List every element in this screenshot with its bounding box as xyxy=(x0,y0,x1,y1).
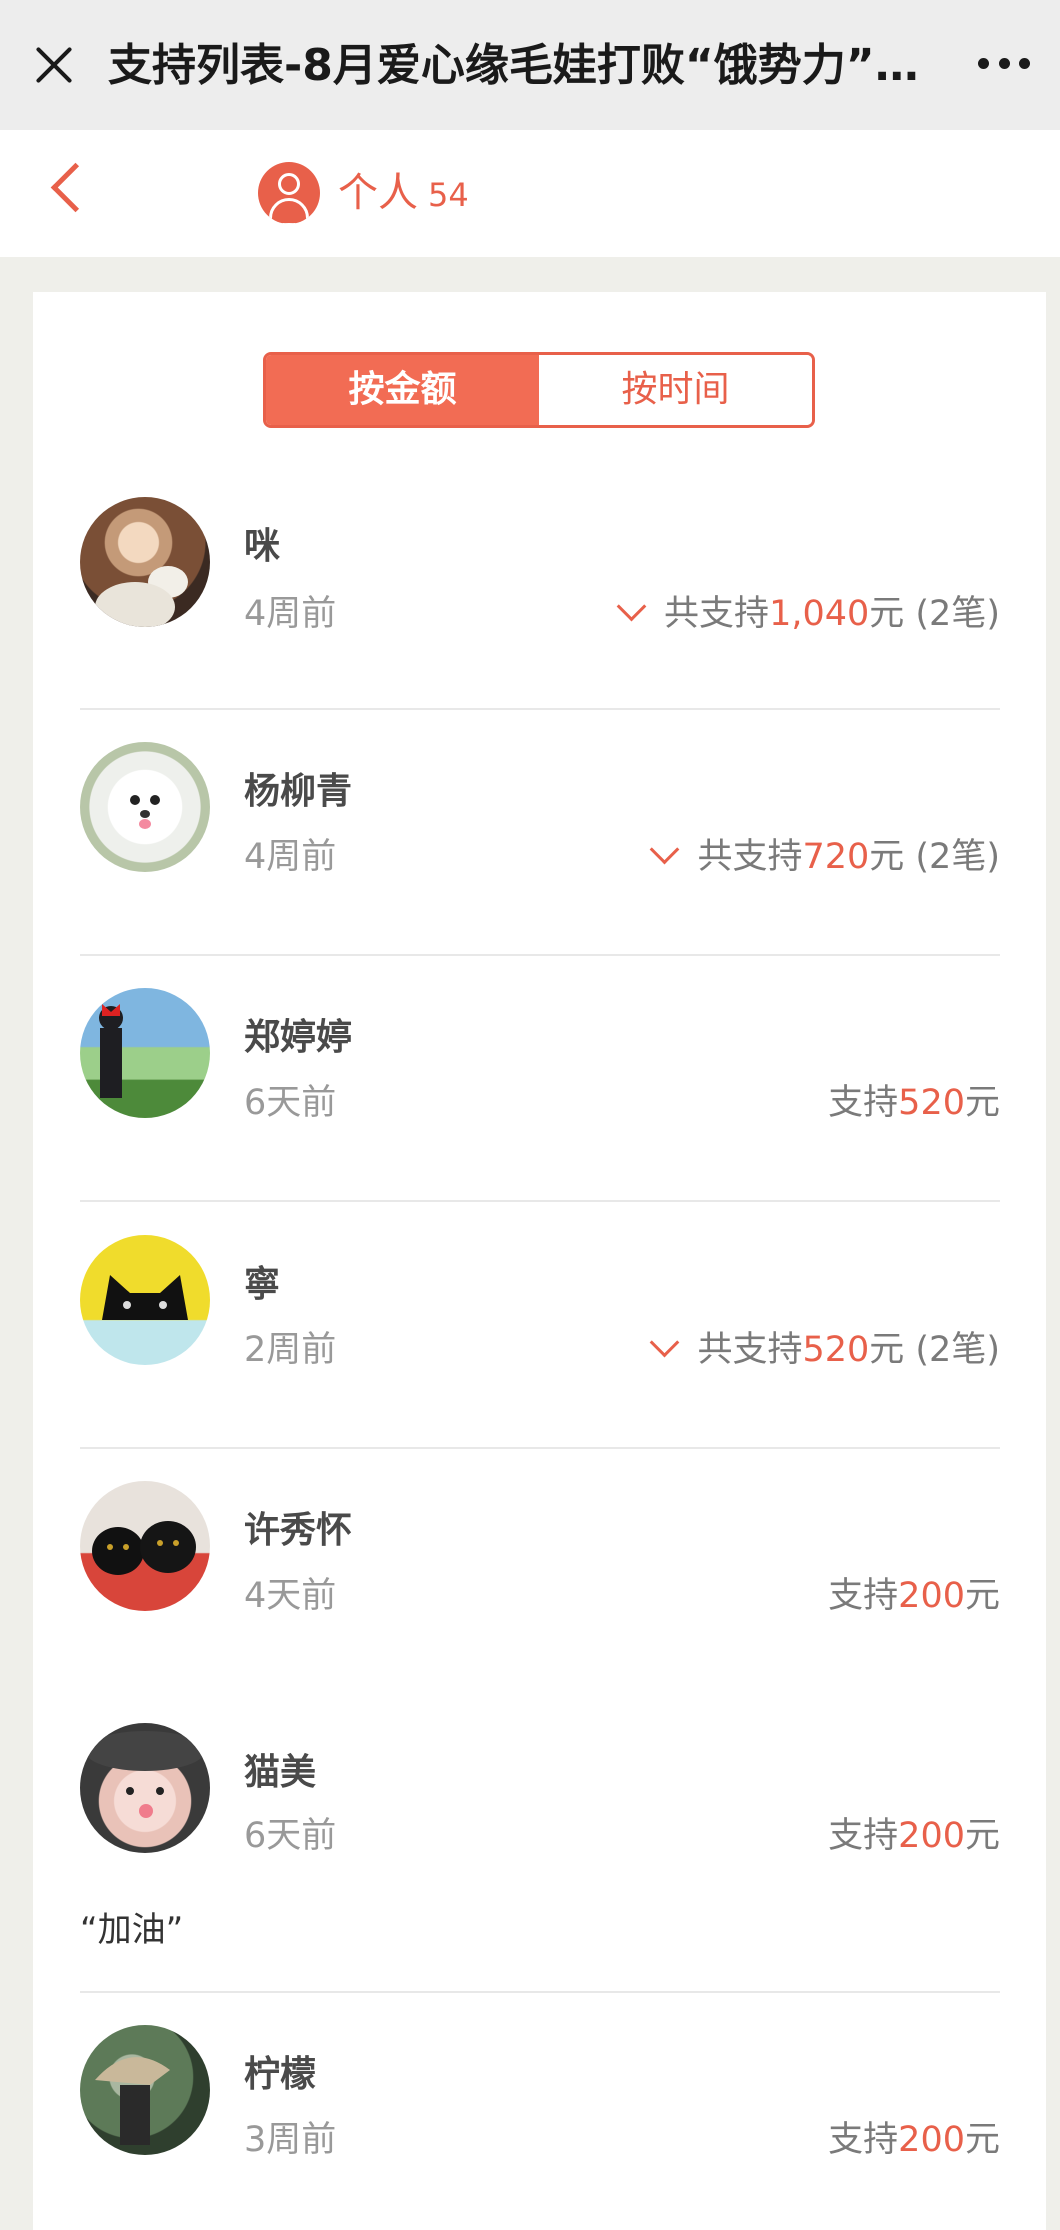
chevron-down-icon xyxy=(650,1327,680,1358)
chevron-down-icon xyxy=(650,834,680,865)
support-time: 4天前 xyxy=(244,1576,337,1616)
support-prefix: 支持 xyxy=(828,2120,899,2160)
support-comment: “加油” xyxy=(80,1910,184,1950)
support-amount-text: 支持200元 xyxy=(828,2111,1000,2162)
avatar xyxy=(80,1235,210,1365)
support-prefix: 支持 xyxy=(828,1816,899,1856)
support-unit: 元 xyxy=(964,2120,1000,2160)
supporter-name: 柠檬 xyxy=(244,2054,317,2095)
supporter-name: 郑婷婷 xyxy=(244,1017,353,1058)
support-unit: 元 xyxy=(964,1083,1000,1123)
tab-individual-label: 个人 xyxy=(338,170,418,216)
support-count: (2笔) xyxy=(904,837,1000,877)
support-count: (2笔) xyxy=(904,594,1000,634)
support-amount: 520 xyxy=(898,1083,965,1123)
support-amount: 520 xyxy=(802,1330,870,1370)
supporter-name: 咪 xyxy=(244,526,281,567)
support-prefix: 共支持 xyxy=(697,1330,803,1370)
support-amount: 1,040 xyxy=(769,594,870,634)
support-unit: 元 xyxy=(869,1330,905,1370)
sort-by-time-button[interactable]: 按时间 xyxy=(539,355,812,425)
support-time: 2周前 xyxy=(244,1330,337,1370)
support-unit: 元 xyxy=(869,837,905,877)
list-item[interactable]: 寧 2周前 共支持520元 (2笔) xyxy=(80,1235,1000,1370)
support-amount: 200 xyxy=(898,2120,965,2160)
avatar xyxy=(80,497,210,627)
avatar xyxy=(80,988,210,1118)
divider xyxy=(80,1447,1000,1449)
supporter-name: 猫美 xyxy=(244,1752,317,1793)
divider xyxy=(80,1991,1000,1993)
app-topbar: 支持列表-8月爱心缘毛娃打败“饿势力”行… xyxy=(0,0,1060,130)
avatar xyxy=(80,1723,210,1853)
support-time: 6天前 xyxy=(244,1816,337,1856)
supporter-name: 许秀怀 xyxy=(244,1510,353,1551)
close-icon[interactable] xyxy=(32,43,76,87)
support-prefix: 共支持 xyxy=(697,837,803,877)
supporter-name: 杨柳青 xyxy=(244,771,353,812)
tab-individual[interactable]: 个人 54 xyxy=(338,165,469,223)
list-item[interactable]: 许秀怀 4天前 支持200元 xyxy=(80,1481,1000,1616)
supporter-name: 寧 xyxy=(244,1264,281,1305)
support-time: 6天前 xyxy=(244,1083,337,1123)
support-time: 3周前 xyxy=(244,2120,337,2160)
sub-header xyxy=(0,130,1060,257)
page-title: 支持列表-8月爱心缘毛娃打败“饿势力”行… xyxy=(108,40,948,91)
support-amount: 200 xyxy=(898,1576,965,1616)
list-item[interactable]: 咪 4周前 共支持1,040元 (2笔) xyxy=(80,497,1000,634)
list-item[interactable]: 杨柳青 4周前 共支持720元 (2笔) xyxy=(80,742,1000,877)
divider xyxy=(80,954,1000,956)
support-prefix: 共支持 xyxy=(664,594,770,634)
support-unit: 元 xyxy=(964,1816,1000,1856)
divider xyxy=(80,708,1000,710)
sort-by-amount-button[interactable]: 按金额 xyxy=(266,355,539,425)
support-amount-text: 支持200元 xyxy=(828,1807,1000,1858)
support-amount-text[interactable]: 共支持520元 (2笔) xyxy=(650,1321,1000,1372)
support-time: 4周前 xyxy=(244,594,337,634)
list-item[interactable]: 郑婷婷 6天前 支持520元 xyxy=(80,988,1000,1123)
support-unit: 元 xyxy=(869,594,905,634)
list-item[interactable]: 柠檬 3周前 支持200元 xyxy=(80,2025,1000,2160)
sort-toggle: 按金额 按时间 xyxy=(263,352,815,428)
support-amount-text: 支持520元 xyxy=(828,1074,1000,1125)
avatar xyxy=(80,742,210,872)
chevron-down-icon xyxy=(616,591,647,622)
list-item[interactable]: 猫美 6天前 支持200元 xyxy=(80,1723,1000,1856)
support-count: (2笔) xyxy=(904,1330,1000,1370)
support-amount-text[interactable]: 共支持1,040元 (2笔) xyxy=(616,585,1000,636)
avatar xyxy=(80,2025,210,2155)
support-amount: 200 xyxy=(898,1816,965,1856)
tab-individual-count: 54 xyxy=(428,176,469,214)
support-amount-text: 支持200元 xyxy=(828,1567,1000,1618)
support-time: 4周前 xyxy=(244,837,337,877)
support-unit: 元 xyxy=(964,1576,1000,1616)
support-prefix: 支持 xyxy=(828,1083,899,1123)
person-icon xyxy=(258,162,320,224)
support-amount-text[interactable]: 共支持720元 (2笔) xyxy=(650,828,1000,879)
divider xyxy=(80,1200,1000,1202)
support-amount: 720 xyxy=(802,837,870,877)
more-icon[interactable] xyxy=(978,58,1030,72)
support-prefix: 支持 xyxy=(828,1576,899,1616)
avatar xyxy=(80,1481,210,1611)
